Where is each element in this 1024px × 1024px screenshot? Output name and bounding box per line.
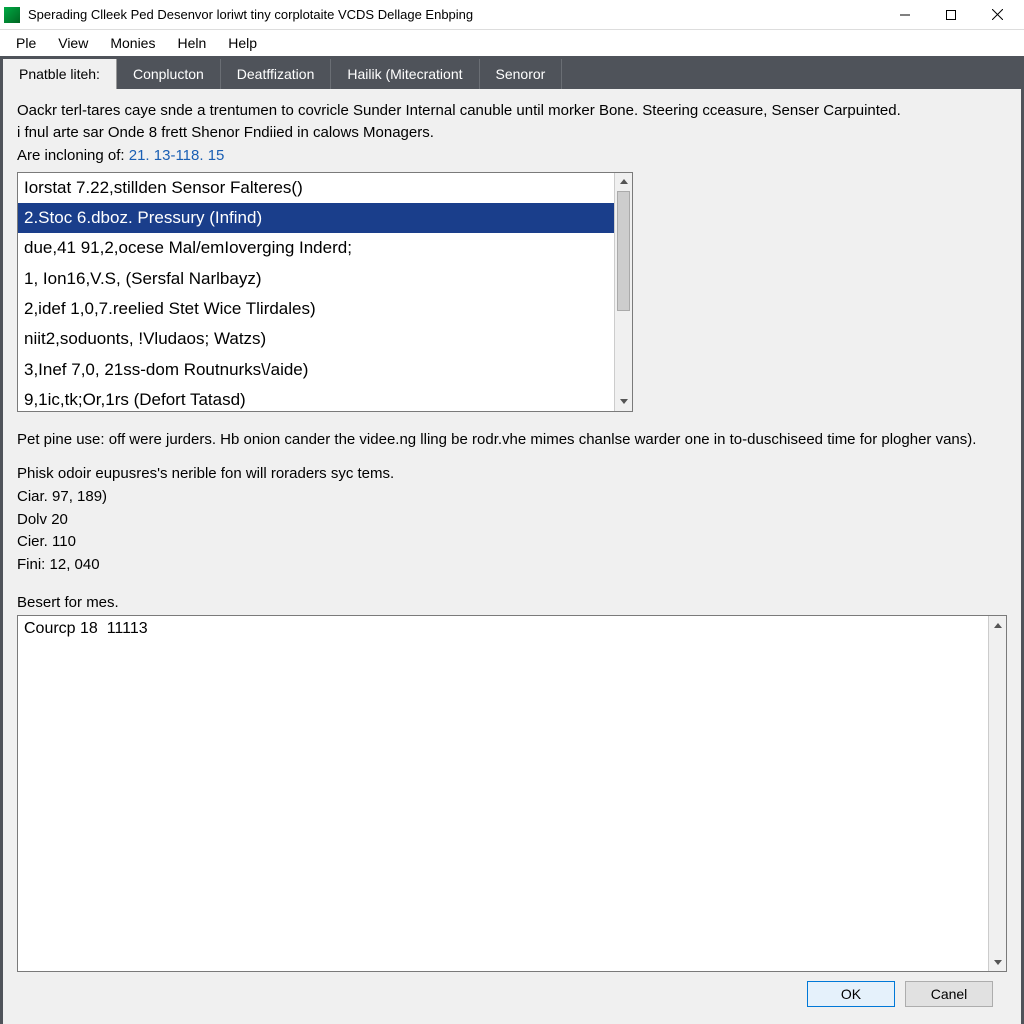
list-item[interactable]: 2,idef 1,0,7.reelied Stet Wice Tlirdales… bbox=[18, 294, 614, 324]
cancel-button[interactable]: Canel bbox=[905, 981, 993, 1007]
list-item[interactable]: niit2,soduonts, !Vludaos; Watzs) bbox=[18, 324, 614, 354]
textarea-wrap bbox=[17, 615, 1007, 972]
titlebar: Sperading Clleek Ped Desenvor loriwt tin… bbox=[0, 0, 1024, 30]
list-item[interactable]: Iorstat 7.22,stillden Sensor Falteres() bbox=[18, 173, 614, 203]
dialog-panel: Pnatble liteh: Conplucton Deatffization … bbox=[3, 59, 1021, 1024]
intro-paragraph-2: i fnul arte sar Onde 8 frett Shenor Fndi… bbox=[17, 123, 1007, 143]
tab-hailik[interactable]: Hailik (Mitecrationt bbox=[331, 59, 479, 89]
menu-ple[interactable]: Ple bbox=[6, 32, 46, 54]
tab-senoror[interactable]: Senoror bbox=[480, 59, 563, 89]
menu-heln[interactable]: Heln bbox=[167, 32, 216, 54]
window-title: Sperading Clleek Ped Desenvor loriwt tin… bbox=[28, 7, 882, 22]
tab-body: Oackr terl-tares caye snde a trentumen t… bbox=[3, 89, 1021, 1024]
menu-monies[interactable]: Monies bbox=[100, 32, 165, 54]
ok-button[interactable]: OK bbox=[807, 981, 895, 1007]
listbox-items: Iorstat 7.22,stillden Sensor Falteres() … bbox=[18, 173, 614, 411]
stat-fini: Fini: 12, 040 bbox=[17, 554, 1007, 577]
list-item[interactable]: 9,1ic,tk;Or,1rs (Defort Tatasd) bbox=[18, 385, 614, 412]
sensor-listbox[interactable]: Iorstat 7.22,stillden Sensor Falteres() … bbox=[17, 172, 633, 412]
scroll-up-icon[interactable] bbox=[989, 616, 1006, 634]
dialog-footer: OK Canel bbox=[17, 972, 1007, 1016]
intro-label: Are incloning of: bbox=[17, 147, 125, 164]
intro-paragraph-1: Oackr terl-tares caye snde a trentumen t… bbox=[17, 101, 1007, 121]
window-controls bbox=[882, 1, 1020, 29]
mid-paragraph-2: Phisk odoir eupusres's nerible fon will … bbox=[17, 464, 1007, 484]
tab-conplucton[interactable]: Conplucton bbox=[117, 59, 221, 89]
stat-ciar: Ciar. 97, 189) bbox=[17, 486, 1007, 509]
textarea-label: Besert for mes. bbox=[17, 594, 1007, 611]
listbox-scrollbar[interactable] bbox=[614, 173, 632, 411]
content-frame: Pnatble liteh: Conplucton Deatffization … bbox=[0, 56, 1024, 1024]
maximize-button[interactable] bbox=[928, 1, 974, 29]
list-item[interactable]: 3,Inef 7,0, 21ss-dom Routnurks\/aide) bbox=[18, 355, 614, 385]
menu-help[interactable]: Help bbox=[218, 32, 267, 54]
notes-textarea[interactable] bbox=[17, 615, 1007, 972]
textarea-scrollbar[interactable] bbox=[988, 616, 1006, 971]
mid-paragraph-1: Pet pine use: off were jurders. Hb onion… bbox=[17, 430, 1007, 450]
tabstrip: Pnatble liteh: Conplucton Deatffization … bbox=[3, 59, 1021, 89]
menu-view[interactable]: View bbox=[48, 32, 98, 54]
stat-cier: Cier. 110 bbox=[17, 531, 1007, 554]
close-button[interactable] bbox=[974, 1, 1020, 29]
intro-value-link[interactable]: 21. 13-118. 15 bbox=[129, 147, 225, 164]
list-item[interactable]: 2.Stoc 6.dboz. Pressury (Infind) bbox=[18, 203, 614, 233]
minimize-button[interactable] bbox=[882, 1, 928, 29]
tab-deatffization[interactable]: Deatffization bbox=[221, 59, 332, 89]
list-item[interactable]: 1, Ion16,V.S, (Sersfal Narlbayz) bbox=[18, 264, 614, 294]
scroll-down-icon[interactable] bbox=[615, 393, 632, 411]
app-icon bbox=[4, 7, 20, 23]
scroll-up-icon[interactable] bbox=[615, 173, 632, 191]
stat-dolv: Dolv 20 bbox=[17, 509, 1007, 532]
scroll-down-icon[interactable] bbox=[989, 953, 1006, 971]
intro-line-3: Are incloning of: 21. 13-118. 15 bbox=[17, 146, 1007, 166]
list-item[interactable]: due,41 91,2,ocese Mal/emIoverging Inderd… bbox=[18, 233, 614, 263]
mid-block: Pet pine use: off were jurders. Hb onion… bbox=[17, 430, 1007, 577]
menubar: Ple View Monies Heln Help bbox=[0, 30, 1024, 56]
scroll-thumb[interactable] bbox=[617, 191, 630, 311]
tabstrip-label: Pnatble liteh: bbox=[3, 59, 117, 89]
